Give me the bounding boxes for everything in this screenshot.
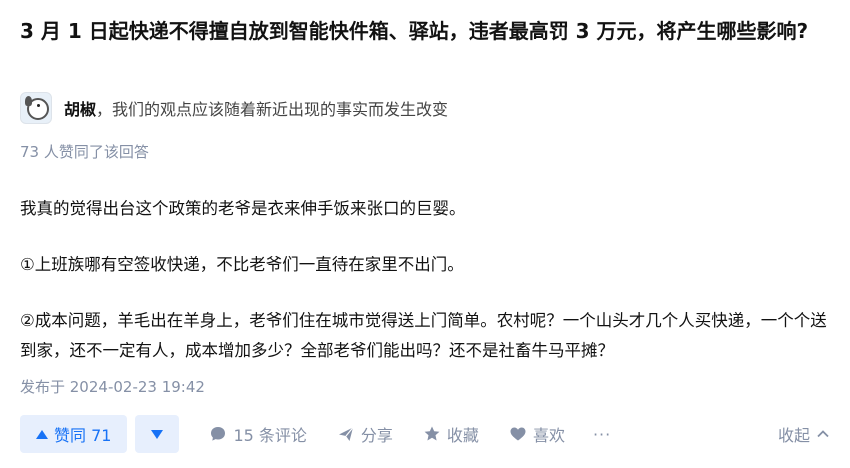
heart-icon	[510, 427, 526, 441]
author-bio: ，我们的观点应该随着新近出现的事实而发生改变	[96, 100, 449, 119]
triangle-down-icon	[151, 429, 164, 439]
comments-label: 15 条评论	[233, 426, 307, 445]
downvote-button[interactable]	[135, 415, 180, 453]
avatar-eye-shape	[37, 104, 40, 107]
collapse-label: 收起	[777, 426, 810, 445]
more-options-button[interactable]: ···	[593, 425, 611, 444]
more-label: ···	[592, 424, 612, 444]
answer-paragraph: ①上班族哪有空签收快递，不比老爷们一直待在家里不出门。	[20, 255, 464, 274]
author-name[interactable]: 胡椒	[64, 96, 96, 120]
answer-paragraph: 我真的觉得出台这个政策的老爷是衣来伸手饭来张口的巨婴。	[20, 199, 466, 218]
answer-paragraph: ②成本问题，羊毛出在羊身上，老爷们住在城市觉得送上门简单。农村呢？一个山头才几个…	[20, 311, 827, 360]
publish-date[interactable]: 发布于 2024-02-23 19:42	[20, 376, 205, 397]
author-avatar[interactable]	[20, 92, 52, 124]
upvote-label: 赞同 71	[54, 426, 112, 445]
upvote-button[interactable]: 赞同 71	[20, 415, 128, 453]
like-label: 喜欢	[532, 426, 565, 445]
avatar-ear-shape	[25, 96, 32, 106]
collect-button[interactable]: 收藏	[423, 422, 479, 446]
share-label: 分享	[360, 426, 393, 445]
comment-bubble-icon	[211, 427, 226, 441]
share-arrow-icon	[338, 427, 354, 441]
star-icon	[424, 426, 440, 441]
comments-button[interactable]: 15 条评论	[209, 422, 307, 446]
collect-label: 收藏	[446, 426, 479, 445]
answer-action-bar: 赞同 71 15 条评论 分享 收藏 喜欢 ··· 收起	[20, 415, 832, 453]
share-button[interactable]: 分享	[337, 422, 393, 446]
like-button[interactable]: 喜欢	[509, 422, 565, 446]
triangle-up-icon	[36, 429, 48, 439]
vote-summary: 73 人赞同了该回答	[20, 143, 149, 161]
chevron-up-icon	[817, 430, 829, 438]
collapse-button[interactable]: 收起	[778, 415, 832, 453]
question-title[interactable]: 3 月 1 日起快递不得擅自放到智能快件箱、驿站，违者最高罚 3 万元，将产生哪…	[20, 14, 830, 48]
answer-content: 我真的觉得出台这个政策的老爷是衣来伸手饭来张口的巨婴。 ①上班族哪有空签收快递，…	[20, 194, 830, 392]
author-info: 胡椒 ，我们的观点应该随着新近出现的事实而发生改变	[20, 92, 448, 124]
